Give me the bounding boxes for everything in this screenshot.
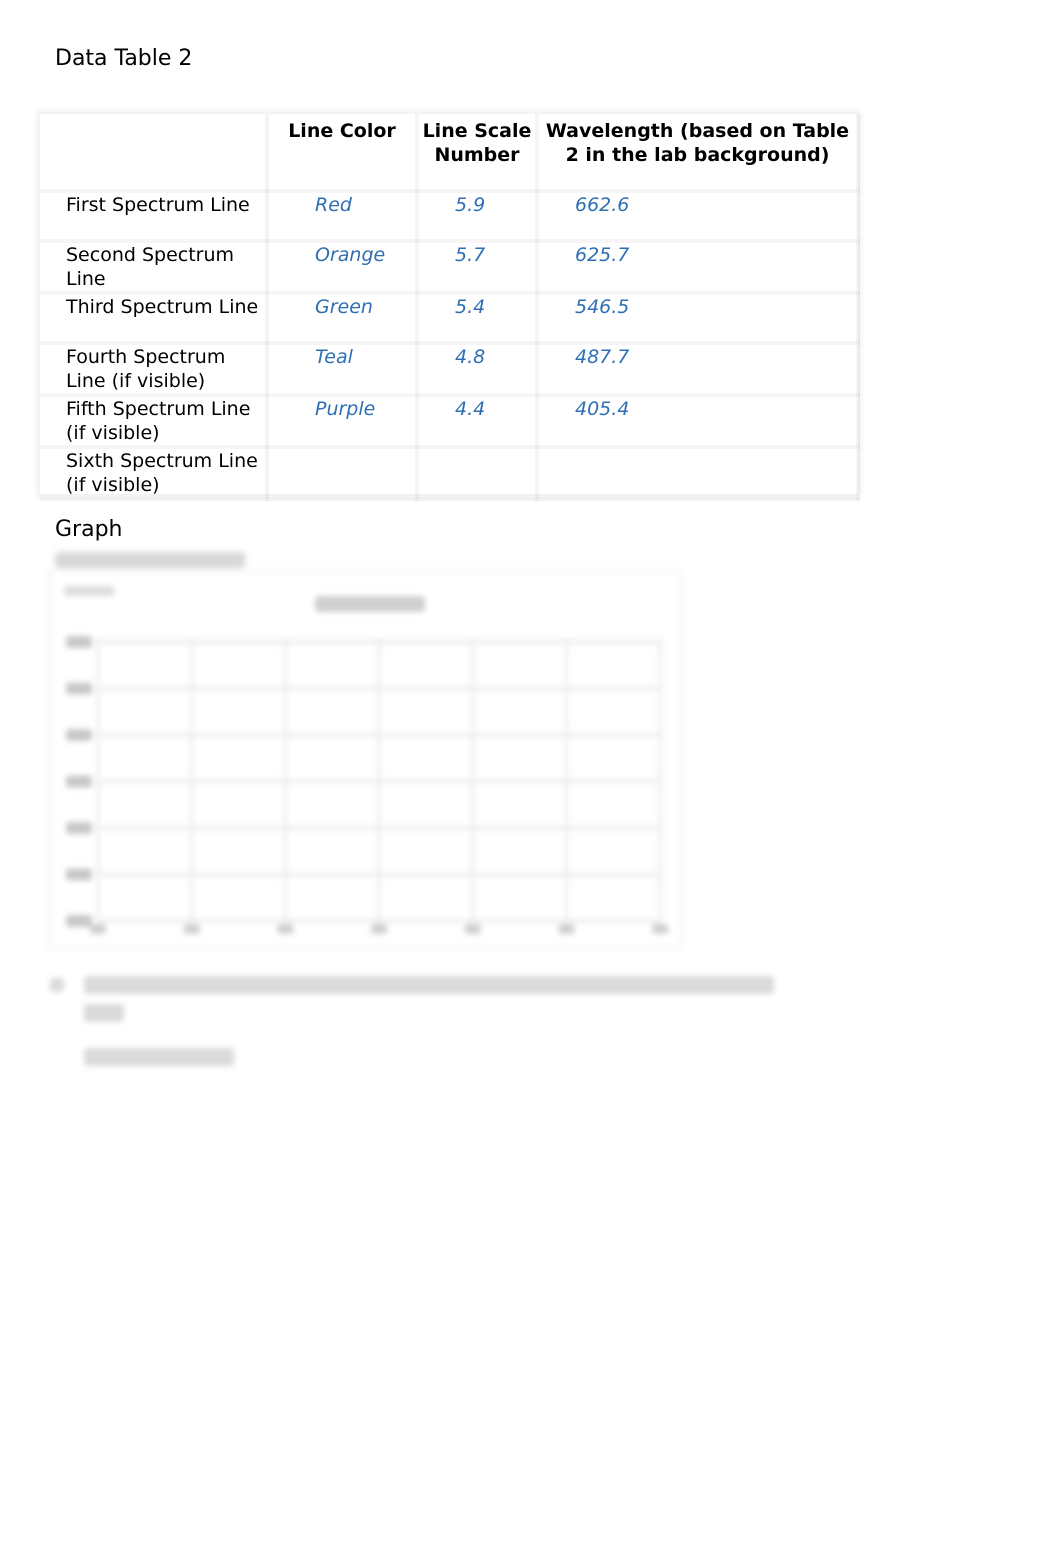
header-empty [40,114,269,191]
header-wavelength: Wavelength (based on Table 2 in the lab … [537,114,860,191]
table-row: Fourth Spectrum Line (if visible) Teal 4.8… [40,343,860,395]
chart-grid [64,586,669,934]
wavelength-cell: 662.6 [537,191,860,241]
row-label: Third Spectrum Line [40,293,269,343]
table-row: Sixth Spectrum Line (if visible) [40,447,860,499]
x-tick-label-obscured [558,924,575,934]
document-title: Data Table 2 [55,46,193,71]
table-header-row: Line Color Line Scale Number Wavelength … [40,114,860,191]
question-number-obscured [50,978,64,992]
line-scale-cell: 5.4 [417,293,539,343]
wavelength-cell: 405.4 [537,395,860,447]
x-tick-label-obscured [652,924,669,934]
x-tick-label-obscured [277,924,294,934]
chart-title-obscured [315,596,425,612]
wavelength-cell: 546.5 [537,293,860,343]
line-scale-cell: 4.4 [417,395,539,447]
y-tick-label-obscured [66,682,92,695]
line-scale-cell: 5.7 [417,241,539,293]
row-label: Fifth Spectrum Line (if visible) [40,395,269,447]
line-color-cell [267,447,419,499]
y-tick-label-obscured [66,915,92,927]
graph-caption-obscured [55,552,245,568]
row-label: Second Spectrum Line [40,241,269,293]
wavelength-cell: 625.7 [537,241,860,293]
table-row: Third Spectrum Line Green 5.4 546.5 [40,293,860,343]
wavelength-cell: 487.7 [537,343,860,395]
row-label: Fourth Spectrum Line (if visible) [40,343,269,395]
row-label: First Spectrum Line [40,191,269,241]
y-tick-label-obscured [66,822,92,834]
line-scale-cell: 4.8 [417,343,539,395]
question-text-obscured [84,976,774,994]
x-tick-label-obscured [183,924,200,934]
y-tick-label-obscured [66,775,92,788]
table-row: Fifth Spectrum Line (if visible) Purple 4.… [40,395,860,447]
x-tick-label-obscured [90,924,106,934]
wavelength-cell [537,447,860,499]
line-scale-cell [417,447,539,499]
question-text-line2-obscured [84,1004,124,1022]
chart-placeholder [48,570,682,949]
line-color-cell: Red [267,191,419,241]
table-row: First Spectrum Line Red 5.9 662.6 [40,191,860,241]
header-line-color: Line Color [267,114,419,191]
line-color-cell: Purple [267,395,419,447]
header-line-scale-number: Line Scale Number [417,114,539,191]
row-label: Sixth Spectrum Line (if visible) [40,447,269,499]
answer-obscured [84,1048,234,1066]
line-scale-cell: 5.9 [417,191,539,241]
line-color-cell: Orange [267,241,419,293]
line-color-cell: Teal [267,343,419,395]
data-table-container: Line Color Line Scale Number Wavelength … [40,114,860,499]
y-tick-label-obscured [66,729,92,741]
table-row: Second Spectrum Line Orange 5.7 625.7 [40,241,860,293]
x-tick-label-obscured [371,924,388,934]
line-color-cell: Green [267,293,419,343]
chart-corner-label-obscured [64,586,114,596]
x-tick-label-obscured [464,924,481,934]
y-tick-label-obscured [66,636,92,648]
data-table: Line Color Line Scale Number Wavelength … [40,114,860,501]
y-tick-label-obscured [66,868,92,881]
graph-heading: Graph [55,517,123,542]
